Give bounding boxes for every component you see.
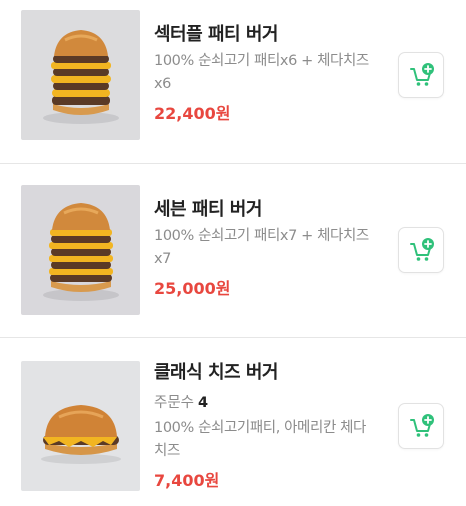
item-description: 100% 순쇠고기패티, 아메리칸 체다 치즈 — [154, 420, 366, 459]
item-info: 섹터플 패티 버거 100% 순쇠고기 패티x6 + 체다치즈x6 22,400… — [154, 22, 380, 126]
menu-item[interactable]: 섹터플 패티 버거 100% 순쇠고기 패티x6 + 체다치즈x6 22,400… — [0, 0, 466, 164]
order-count-label: 주문수 — [154, 395, 195, 411]
item-price: 22,400원 — [154, 104, 231, 123]
item-name[interactable]: 섹터플 패티 버거 — [154, 22, 380, 48]
sextuple-patty-burger-image — [21, 10, 140, 140]
menu-list: 섹터플 패티 버거 100% 순쇠고기 패티x6 + 체다치즈x6 22,400… — [0, 0, 466, 506]
seven-patty-burger-image — [21, 185, 140, 315]
item-description: 100% 순쇠고기 패티x6 + 체다치즈x6 — [154, 53, 369, 92]
add-to-cart-icon — [410, 238, 434, 261]
add-to-cart-icon — [410, 414, 434, 437]
burger-image[interactable] — [21, 185, 140, 315]
add-to-cart-icon — [410, 63, 434, 86]
item-name[interactable]: 세븐 패티 버거 — [154, 197, 380, 223]
menu-item[interactable]: 세븐 패티 버거 100% 순쇠고기 패티x7 + 체다치즈x7 25,000원 — [0, 164, 466, 338]
item-info: 클래식 치즈 버거 주문수 4 100% 순쇠고기패티, 아메리칸 체다 치즈 7… — [154, 360, 380, 493]
item-price: 7,400원 — [154, 471, 220, 490]
order-count-value: 4 — [198, 395, 209, 411]
burger-image[interactable] — [21, 10, 140, 140]
order-count: 주문수 4 — [154, 392, 380, 415]
item-info: 세븐 패티 버거 100% 순쇠고기 패티x7 + 체다치즈x7 25,000원 — [154, 197, 380, 301]
item-description: 100% 순쇠고기 패티x7 + 체다치즈x7 — [154, 228, 369, 267]
item-name[interactable]: 클래식 치즈 버거 — [154, 360, 380, 386]
item-price: 25,000원 — [154, 279, 231, 298]
menu-item[interactable]: 클래식 치즈 버거 주문수 4 100% 순쇠고기패티, 아메리칸 체다 치즈 7… — [0, 338, 466, 506]
add-to-cart-button[interactable] — [398, 403, 444, 449]
add-to-cart-button[interactable] — [398, 52, 444, 98]
classic-cheese-burger-image — [21, 361, 140, 491]
add-to-cart-button[interactable] — [398, 227, 444, 273]
burger-image[interactable] — [21, 361, 140, 491]
